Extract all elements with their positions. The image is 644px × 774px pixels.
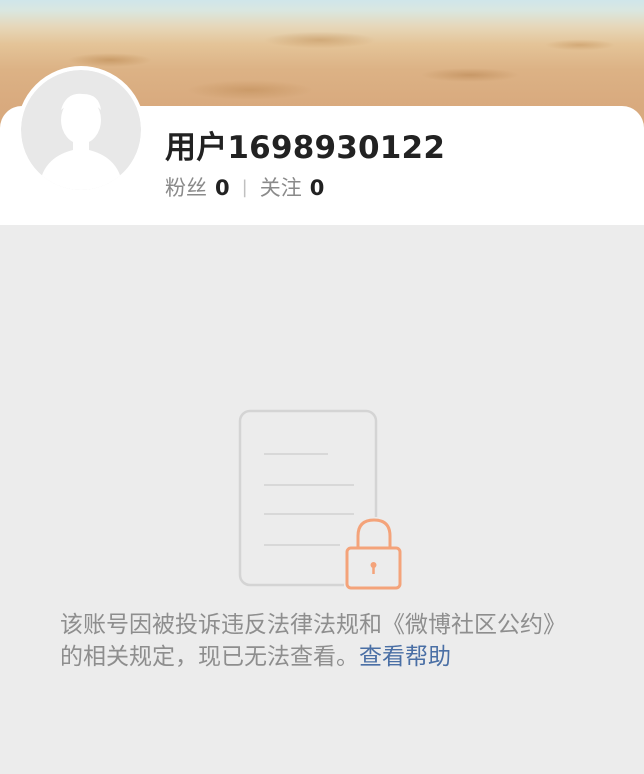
username: 用户1698930122 xyxy=(165,130,446,166)
profile-page: 用户1698930122 粉丝 0 | 关注 0 该账号因被投诉违反法律法规和《… xyxy=(0,0,644,774)
notice-message: 该账号因被投诉违反法律法规和《微博社区公约》的相关规定，现已无法查看。 xyxy=(60,612,566,670)
fans-stat[interactable]: 粉丝 0 xyxy=(165,172,230,202)
following-count: 0 xyxy=(309,176,325,200)
default-avatar-icon xyxy=(21,70,141,190)
avatar[interactable] xyxy=(17,66,145,194)
account-blocked-notice: 该账号因被投诉违反法律法规和《微博社区公约》的相关规定，现已无法查看。查看帮助 xyxy=(60,609,584,673)
stats-separator: | xyxy=(241,176,248,198)
follow-stats: 粉丝 0 | 关注 0 xyxy=(165,172,324,202)
following-label: 关注 xyxy=(259,176,302,200)
locked-document-icon xyxy=(230,405,410,595)
fans-count: 0 xyxy=(215,176,230,200)
fans-label: 粉丝 xyxy=(165,176,207,200)
following-stat[interactable]: 关注 0 xyxy=(260,172,325,202)
help-link[interactable]: 查看帮助 xyxy=(359,644,451,670)
